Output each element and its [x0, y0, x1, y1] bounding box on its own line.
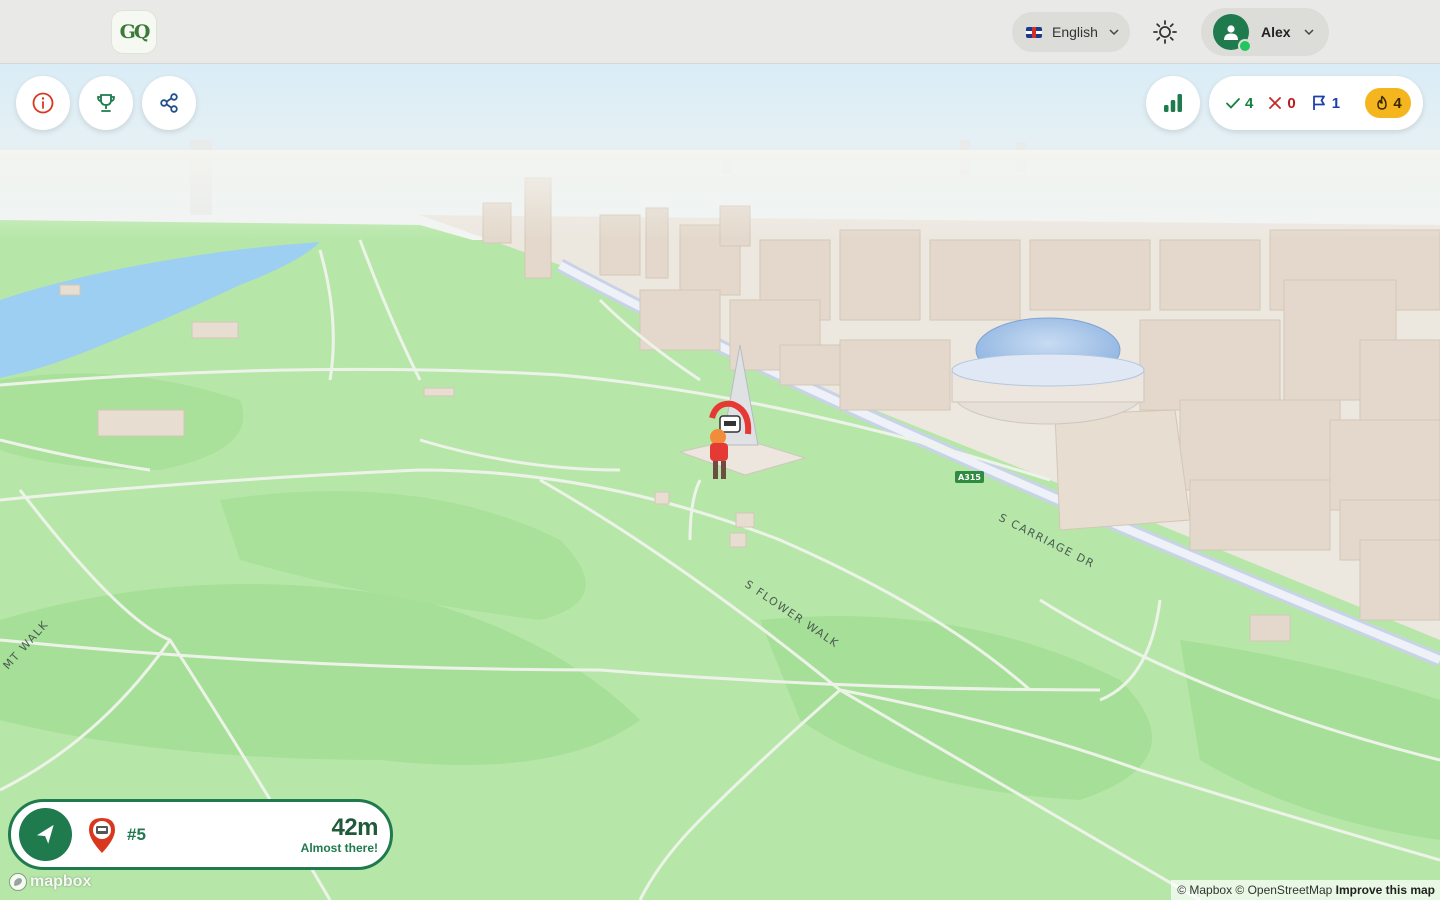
online-status-dot [1238, 39, 1252, 53]
improve-map-link[interactable]: Improve this map [1336, 883, 1435, 897]
mapbox-mark-icon [9, 873, 27, 891]
trophy-icon [97, 94, 115, 112]
mapbox-logo[interactable]: mapbox [8, 872, 91, 892]
target-number: #5 [127, 824, 146, 844]
chevron-down-icon [1109, 29, 1119, 36]
check-icon [1226, 98, 1240, 109]
mapbox-logo-text: mapbox [30, 873, 92, 890]
building-large [1054, 409, 1191, 531]
target-pin-icon [89, 817, 115, 853]
share-button[interactable] [142, 76, 196, 130]
user-icon [1224, 25, 1238, 40]
attribution-text[interactable]: © Mapbox © OpenStreetMap [1177, 883, 1332, 897]
info-button[interactable] [16, 76, 70, 130]
streak-value: 4 [1393, 94, 1402, 112]
bar-chart-icon [1164, 94, 1182, 112]
correct-count: 4 [1225, 95, 1253, 112]
flag-icon [1312, 95, 1325, 110]
avatar [1213, 14, 1252, 53]
correct-value: 4 [1245, 94, 1254, 112]
top-bar: GQ English Alex [0, 0, 1440, 64]
cross-icon [1269, 97, 1282, 109]
distance-info: 42m Almost there! [300, 814, 379, 855]
navigation-card[interactable]: #5 42m Almost there! [8, 799, 393, 870]
distance-status: Almost there! [300, 841, 378, 855]
distance-value: 42m [331, 814, 378, 841]
stats-button[interactable] [1146, 76, 1200, 130]
map-attribution: © Mapbox © OpenStreetMap Improve this ma… [1171, 880, 1440, 900]
flag-count: 1 [1310, 94, 1340, 112]
language-selector[interactable]: English [1012, 12, 1130, 52]
sun-icon [1153, 20, 1177, 44]
uk-flag-icon [1026, 26, 1042, 38]
app-logo[interactable]: GQ [111, 10, 157, 54]
theme-toggle-button[interactable] [1143, 10, 1187, 54]
navigation-arrow-icon [36, 824, 54, 844]
logo-text: GQ [119, 21, 151, 43]
map-canvas[interactable]: A315 S CARRIAGE DR S FLOWER WALK MT WALK [0, 0, 1440, 900]
streak-badge: 4 [1365, 88, 1411, 118]
wrong-count: 0 [1267, 94, 1296, 112]
navigate-button[interactable] [19, 808, 72, 861]
road-shield-label: A315 [958, 473, 981, 482]
info-icon [32, 92, 54, 114]
score-panel: 4 0 1 4 [1209, 76, 1423, 130]
road-shield: A315 [955, 471, 984, 483]
language-label: English [1052, 24, 1098, 40]
wrong-value: 0 [1287, 94, 1296, 112]
horizon-haze [0, 150, 1440, 240]
chevron-down-icon [1304, 29, 1314, 36]
flag-value: 1 [1331, 94, 1341, 112]
flame-icon [1377, 95, 1388, 110]
trophy-button[interactable] [79, 76, 133, 130]
user-menu-button[interactable]: Alex [1201, 8, 1329, 56]
user-name: Alex [1261, 24, 1291, 40]
share-icon [160, 93, 178, 113]
